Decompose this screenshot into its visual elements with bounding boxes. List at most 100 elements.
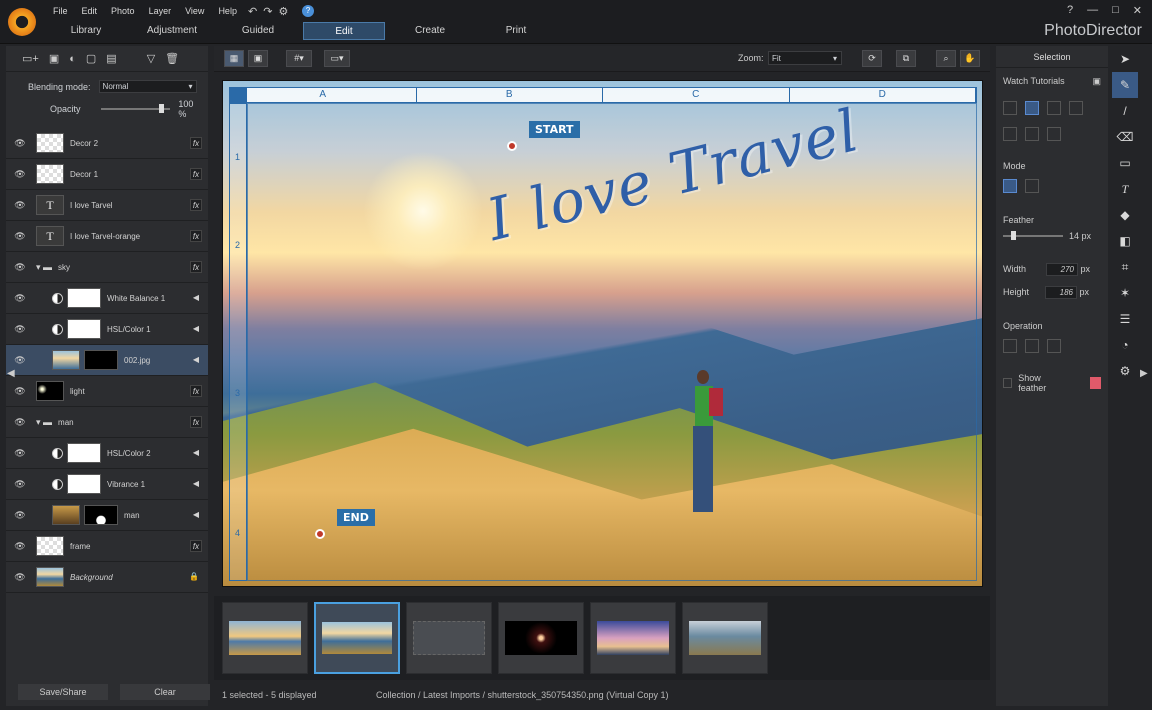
- close-button[interactable]: ✕: [1133, 4, 1142, 17]
- visibility-eye-icon[interactable]: 👁: [12, 138, 28, 149]
- save-share-button[interactable]: Save/Share: [18, 684, 108, 700]
- feather-slider-handle[interactable]: [1011, 231, 1016, 240]
- expand-arrow-icon[interactable]: ◀: [193, 293, 199, 302]
- fx-icon[interactable]: fx: [190, 540, 202, 552]
- minimize-button[interactable]: —: [1087, 4, 1098, 17]
- menu-file[interactable]: File: [46, 6, 75, 16]
- help-icon[interactable]: ?: [302, 5, 314, 17]
- fx-icon[interactable]: fx: [190, 168, 202, 180]
- group-icon[interactable]: ▤: [106, 52, 116, 65]
- opacity-slider-handle[interactable]: [159, 104, 165, 113]
- film-thumb-5[interactable]: [590, 602, 676, 674]
- eraser-tool-icon[interactable]: ⌫: [1112, 124, 1138, 150]
- fx-icon[interactable]: fx: [190, 385, 202, 397]
- expand-arrow-icon[interactable]: ◀: [193, 448, 199, 457]
- clear-button[interactable]: Clear: [120, 684, 210, 700]
- layer-row[interactable]: 👁 Decor 1 fx: [6, 159, 208, 190]
- tab-edit[interactable]: Edit: [303, 22, 385, 40]
- brush-tool-icon[interactable]: /: [1112, 98, 1138, 124]
- visibility-eye-icon[interactable]: 👁: [12, 355, 28, 366]
- fx-icon[interactable]: fx: [190, 137, 202, 149]
- film-thumb-6[interactable]: [682, 602, 768, 674]
- tutorial-icon[interactable]: ▣: [1092, 76, 1101, 87]
- width-input[interactable]: 270: [1046, 263, 1079, 276]
- film-thumb-4[interactable]: [498, 602, 584, 674]
- undo-icon[interactable]: ↶: [248, 5, 257, 18]
- delete-selection-icon[interactable]: [1047, 339, 1061, 353]
- adjust-tool-icon[interactable]: ☰: [1112, 306, 1138, 332]
- visibility-eye-icon[interactable]: 👁: [12, 541, 28, 552]
- visibility-eye-icon[interactable]: 👁: [12, 572, 28, 583]
- zoom-select[interactable]: Fit ▾: [768, 51, 842, 65]
- menu-view[interactable]: View: [178, 6, 211, 16]
- grid-view-button[interactable]: ▦: [224, 50, 244, 67]
- single-view-button[interactable]: ▣: [248, 50, 268, 67]
- show-feather-checkbox[interactable]: [1003, 378, 1013, 388]
- visibility-eye-icon[interactable]: 👁: [12, 479, 28, 490]
- invert-selection-icon[interactable]: [1003, 339, 1017, 353]
- layer-row[interactable]: 👁 T I love Tarvel fx: [6, 190, 208, 221]
- height-input[interactable]: 186: [1045, 286, 1078, 299]
- shape-tool-icon[interactable]: ▭: [1112, 150, 1138, 176]
- menu-photo[interactable]: Photo: [104, 6, 142, 16]
- gradient-tool-icon[interactable]: ◧: [1112, 228, 1138, 254]
- fx-icon[interactable]: fx: [190, 199, 202, 211]
- film-thumb-1[interactable]: [222, 602, 308, 674]
- ellipse-select-icon[interactable]: [1025, 101, 1039, 115]
- trash-icon[interactable]: 🗑: [165, 52, 179, 65]
- selection-tool-icon[interactable]: ✎: [1112, 72, 1138, 98]
- layer-row[interactable]: 👁 HSL/Color 2 ◀: [6, 438, 208, 469]
- magnetic-lasso-icon[interactable]: [1069, 101, 1083, 115]
- zoom-tool-icon[interactable]: ⌕: [936, 50, 956, 67]
- lasso-icon[interactable]: [1047, 101, 1061, 115]
- visibility-eye-icon[interactable]: 👁: [12, 200, 28, 211]
- smart-brush-icon[interactable]: [1025, 127, 1039, 141]
- magic-tool-icon[interactable]: ✶: [1112, 280, 1138, 306]
- visibility-eye-icon[interactable]: 👁: [12, 417, 28, 428]
- expand-arrow-icon[interactable]: ◀: [193, 510, 199, 519]
- feather-slider[interactable]: [1003, 231, 1063, 240]
- brush-select-icon[interactable]: [1003, 127, 1017, 141]
- color-tool-icon[interactable]: ◔: [1112, 332, 1138, 358]
- visibility-eye-icon[interactable]: 👁: [12, 324, 28, 335]
- feather-color-swatch[interactable]: [1090, 377, 1101, 389]
- tab-create[interactable]: Create: [389, 22, 471, 40]
- rotate-icon[interactable]: ⟳: [862, 50, 882, 67]
- fill-tool-icon[interactable]: ◆: [1112, 202, 1138, 228]
- layer-row[interactable]: 👁 frame fx: [6, 531, 208, 562]
- visibility-eye-icon[interactable]: 👁: [12, 169, 28, 180]
- filter-icon[interactable]: ▽: [147, 52, 155, 65]
- expand-arrow-icon[interactable]: ◀: [193, 324, 199, 333]
- layer-row[interactable]: 👁 White Balance 1 ◀: [6, 283, 208, 314]
- fx-icon[interactable]: fx: [190, 230, 202, 242]
- tab-guided[interactable]: Guided: [217, 22, 299, 40]
- mask-icon[interactable]: ▢: [86, 52, 96, 65]
- menu-help[interactable]: Help: [211, 6, 244, 16]
- layer-row[interactable]: 👁 ▾ ▬ sky fx: [6, 252, 208, 283]
- visibility-eye-icon[interactable]: 👁: [12, 448, 28, 459]
- expand-arrow-icon[interactable]: ◀: [193, 355, 199, 364]
- blending-mode-select[interactable]: Normal: [98, 80, 197, 93]
- collapse-right-icon[interactable]: ▶: [1140, 368, 1148, 379]
- maximize-button[interactable]: □: [1112, 4, 1119, 17]
- layer-row[interactable]: 👁 man ◀: [6, 500, 208, 531]
- add-image-icon[interactable]: ▣: [49, 52, 59, 65]
- layer-row[interactable]: 👁 ▾ ▬ man fx: [6, 407, 208, 438]
- redo-icon[interactable]: ↷: [263, 5, 272, 18]
- subtract-mode-icon[interactable]: [1025, 179, 1039, 193]
- layer-row[interactable]: 👁 Background 🔒: [6, 562, 208, 593]
- settings-icon[interactable]: ⚙: [278, 5, 288, 18]
- settings-tool-icon[interactable]: ⚙: [1112, 358, 1138, 384]
- pointer-tool-icon[interactable]: ➤: [1112, 46, 1138, 72]
- new-layer-icon[interactable]: ▭+: [22, 52, 39, 65]
- visibility-eye-icon[interactable]: 👁: [12, 293, 28, 304]
- layer-row[interactable]: 👁 HSL/Color 1 ◀: [6, 314, 208, 345]
- help-button[interactable]: ?: [1067, 4, 1073, 17]
- collapse-left-icon[interactable]: ◀: [7, 368, 15, 379]
- rect-select-icon[interactable]: [1003, 101, 1017, 115]
- tab-library[interactable]: Library: [45, 22, 127, 40]
- layer-row[interactable]: 👁 T I love Tarvel-orange fx: [6, 221, 208, 252]
- expand-arrow-icon[interactable]: ◀: [193, 479, 199, 488]
- film-thumb-2[interactable]: [314, 602, 400, 674]
- layer-row[interactable]: 👁 light fx: [6, 376, 208, 407]
